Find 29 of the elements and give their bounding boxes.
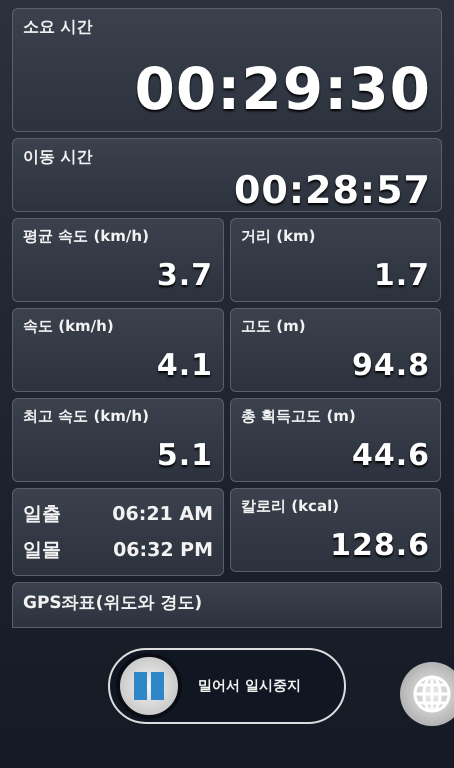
sun-time: 06:21 AM [112, 503, 213, 525]
elapsed-value: 00:29:30 [134, 55, 431, 123]
stat-value: 44.6 [352, 438, 430, 473]
gps-label: GPS좌표(위도와 경도) [23, 592, 204, 614]
stat-label: 총 획득고도 (m) [241, 407, 357, 426]
moving-label: 이동 시간 [23, 147, 94, 168]
stat-value: 1.7 [374, 258, 430, 293]
stat-value: 94.8 [352, 348, 430, 383]
sun-time: 06:32 PM [113, 539, 213, 561]
stat-value: 4.1 [156, 348, 213, 383]
slide-label: 밀어서 일시중지 [198, 677, 301, 695]
slide-to-pause[interactable]: 밀어서 일시중지 [108, 648, 346, 724]
globe-button[interactable] [400, 662, 454, 726]
stat-label: 평균 속도 (km/h) [23, 227, 150, 246]
elapsed-label: 소요 시간 [23, 17, 94, 38]
stat-label: 고도 (m) [241, 317, 307, 336]
moving-value: 00:28:57 [234, 168, 431, 212]
sun-label: 일몰 [23, 538, 61, 563]
stat-value: 128.6 [330, 528, 430, 563]
pause-knob[interactable] [116, 653, 182, 719]
stat-value: 3.7 [156, 258, 213, 293]
stat-label: 최고 속도 (km/h) [23, 407, 150, 426]
sun-label: 일출 [23, 502, 61, 527]
stat-value: 5.1 [156, 438, 213, 473]
pause-icon [133, 671, 165, 701]
globe-icon [412, 674, 452, 714]
stat-label: 속도 (km/h) [23, 317, 115, 336]
stat-label: 거리 (km) [241, 227, 317, 246]
stat-label: 칼로리 (kcal) [241, 497, 340, 516]
